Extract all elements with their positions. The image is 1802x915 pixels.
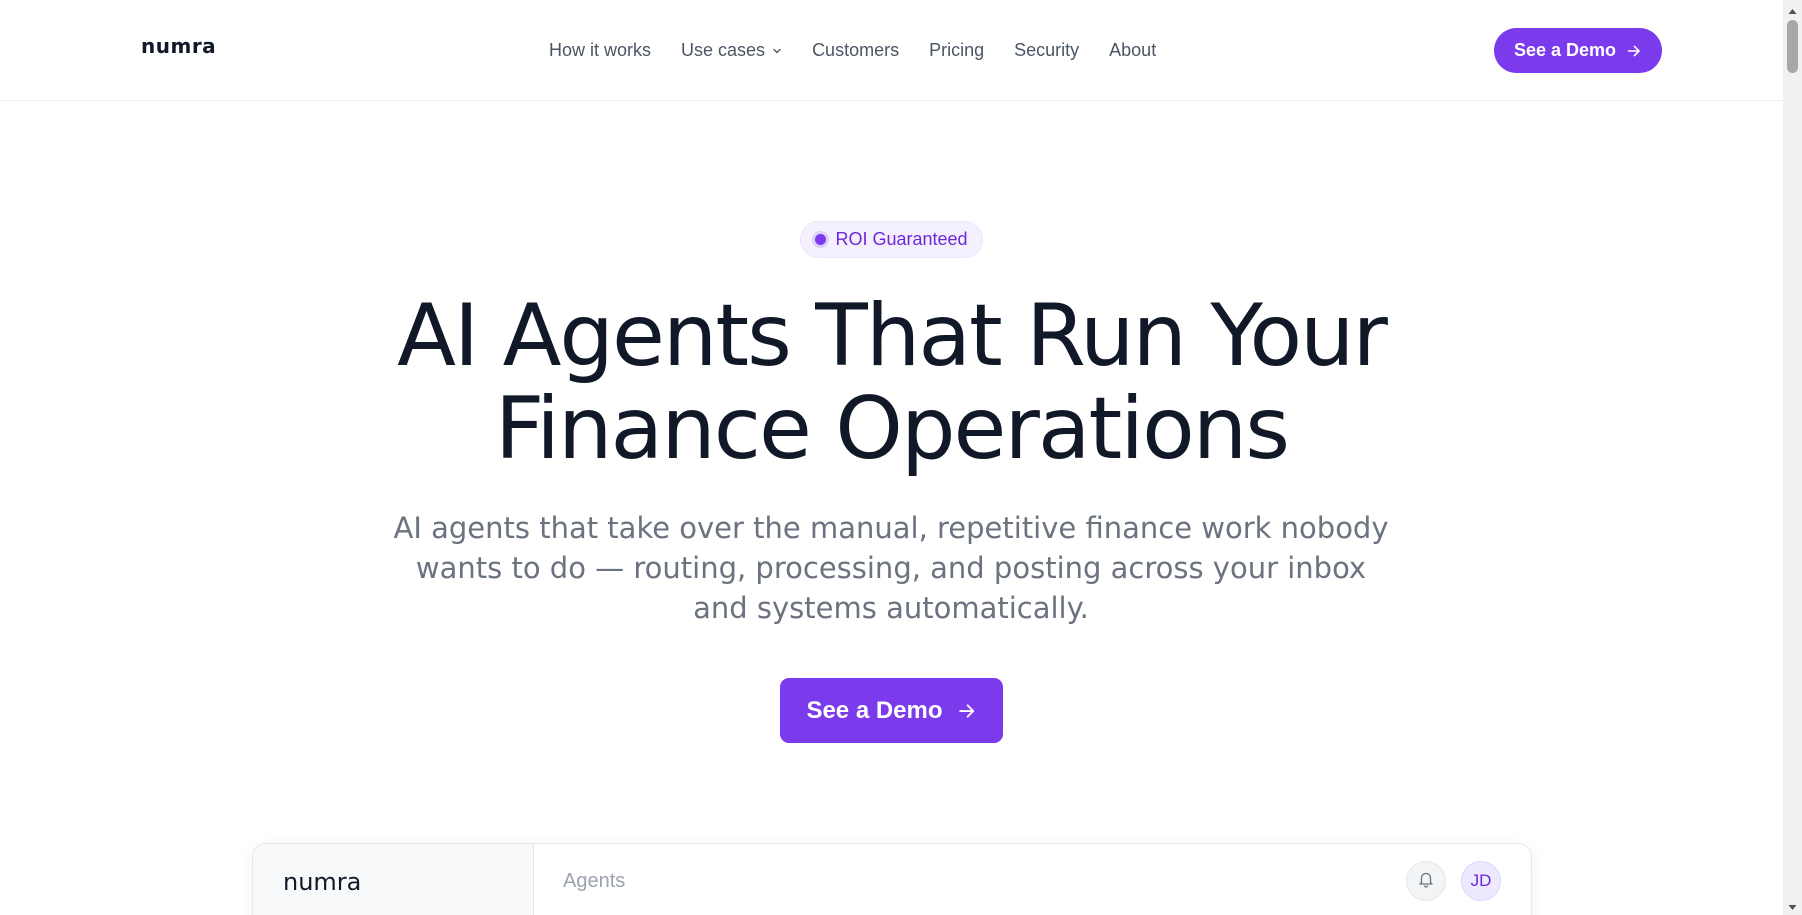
nav-label: How it works	[549, 40, 652, 60]
badge-dot-icon	[815, 234, 827, 245]
avatar[interactable]: JD	[1461, 861, 1501, 901]
top-navigation: numra How it works Use cases Customers P…	[0, 0, 1783, 101]
nav-use-cases[interactable]: Use cases	[681, 40, 782, 61]
nav-label: Use cases	[681, 40, 766, 60]
logo[interactable]: numra	[141, 34, 216, 58]
preview-sidebar: numra	[253, 844, 534, 915]
scroll-up-arrow-icon[interactable]	[1787, 4, 1798, 15]
nav-label: About	[1109, 40, 1157, 60]
nav-links: How it works Use cases Customers Pricing…	[549, 40, 1156, 61]
scrollbar-thumb[interactable]	[1787, 20, 1798, 73]
chevron-down-icon	[772, 46, 782, 56]
app-preview: numra Agents JD	[252, 843, 1532, 915]
nav-pricing[interactable]: Pricing	[929, 40, 984, 61]
nav-about[interactable]: About	[1109, 40, 1156, 61]
nav-how-it-works[interactable]: How it works	[549, 40, 651, 61]
nav-label: Customers	[812, 40, 900, 60]
page-scrollbar[interactable]	[1783, 0, 1802, 915]
nav-customers[interactable]: Customers	[812, 40, 899, 61]
nav-label: Pricing	[929, 40, 985, 60]
see-demo-hero-button[interactable]: See a Demo	[780, 678, 1003, 743]
notifications-button[interactable]	[1406, 861, 1446, 901]
preview-logo: numra	[283, 868, 362, 896]
bell-icon	[1417, 870, 1435, 893]
hero-title-line-2: Finance Operations	[494, 379, 1290, 479]
button-label: See a Demo	[806, 696, 943, 724]
nav-label: Security	[1014, 40, 1080, 60]
roi-badge: ROI Guaranteed	[800, 221, 983, 258]
hero-title: AI Agents That Run Your Finance Operatio…	[300, 290, 1483, 476]
hero-subtitle: AI agents that take over the manual, rep…	[393, 511, 1389, 625]
button-label: See a Demo	[1513, 40, 1617, 60]
nav-security[interactable]: Security	[1014, 40, 1079, 61]
preview-page-title: Agents	[563, 870, 626, 892]
see-demo-nav-button[interactable]: See a Demo	[1494, 28, 1662, 73]
hero-title-line-1: AI Agents That Run Your	[397, 286, 1388, 386]
badge-label: ROI Guaranteed	[835, 229, 968, 249]
arrow-right-icon	[957, 701, 977, 721]
scroll-down-arrow-icon[interactable]	[1787, 900, 1798, 911]
arrow-right-icon	[1626, 43, 1642, 59]
